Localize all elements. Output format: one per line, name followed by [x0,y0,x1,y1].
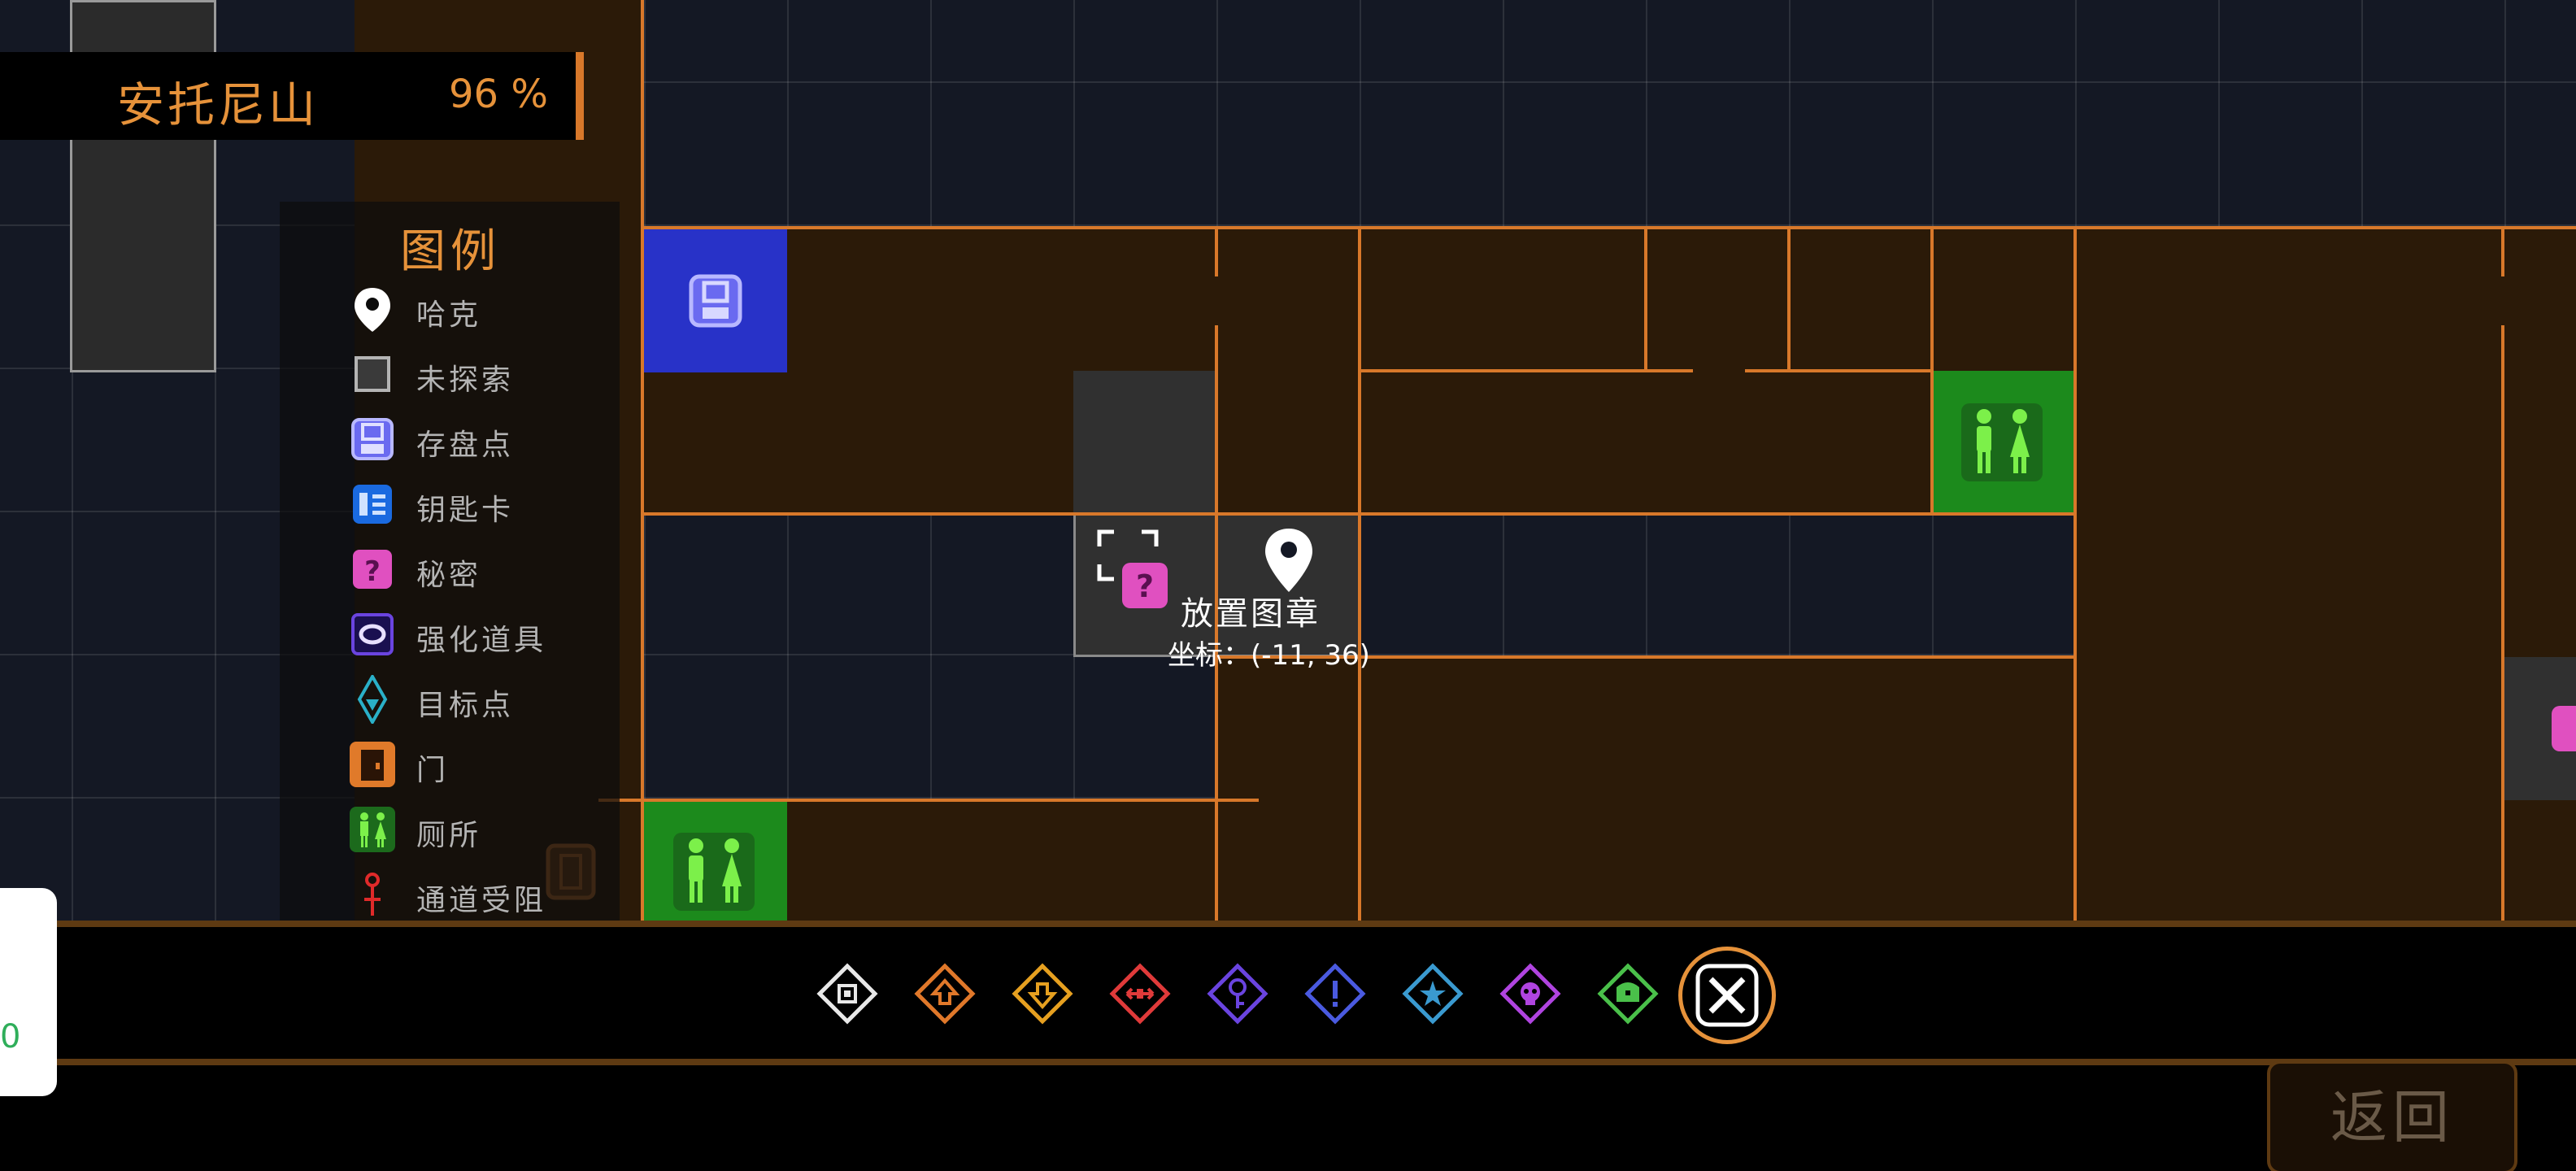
location-pin-icon [1265,529,1312,592]
svg-text:?: ? [364,555,381,588]
restroom-icon [1961,403,2043,481]
completion-percentage: 96 % [449,72,548,117]
map-wall [1644,228,1647,371]
save-point-icon [689,274,742,328]
legend-label: 厕所 [416,819,482,852]
legend-label: 存盘点 [416,429,515,462]
close-stamp-button[interactable] [1678,947,1776,1044]
unexplored-square-icon [355,356,390,392]
legend-label: 秘密 [416,559,482,592]
restroom-room [641,800,787,921]
map-wall [2501,325,2504,921]
legend-title: 图例 [400,225,501,278]
map-wall [1745,369,1930,372]
map-wall [2501,228,2504,276]
map-room [1216,657,2073,921]
side-card[interactable]: 0 [0,888,57,1096]
keycard-icon [353,485,392,524]
map-wall [1787,228,1791,371]
legend-label: 通道受阻 [416,884,547,917]
door-icon [350,742,395,787]
map-wall [641,226,2576,229]
coordinate-readout: 坐标：(-11, 36) [1168,639,1370,672]
stamp-placement-label: 放置图章 [1181,595,1321,633]
legend-item-keycard: 钥匙卡 [348,480,616,529]
legend-item-hacker: 哈克 [348,285,616,333]
map-wall [1215,228,1218,276]
secret-icon [2552,706,2576,751]
map-wall [1930,228,1934,514]
stamp-skull-icon[interactable] [1496,960,1564,1028]
area-name: 安托尼山 [117,77,320,133]
stamp-white-icon[interactable] [813,960,881,1028]
restroom-icon [673,833,755,911]
target-point-icon [357,675,388,724]
map-room [1644,228,1787,371]
stamp-star-icon[interactable] [1399,960,1467,1028]
stamp-key-icon[interactable] [1203,960,1272,1028]
legend-label: 哈克 [416,298,482,332]
stamp-up-icon[interactable] [911,960,979,1028]
map-wall [1356,512,2075,516]
back-button[interactable]: 返回 [2267,1060,2517,1171]
map-wall [641,0,644,921]
legend-item-restroom: 厕所 [348,805,616,854]
area-title-banner: 安托尼山 96 % [0,52,584,140]
legend-label: 钥匙卡 [416,494,515,527]
legend-item-door: 门 [348,740,616,789]
restroom-icon [350,807,395,852]
stamp-down-icon[interactable] [1008,960,1077,1028]
stamp-chest-icon[interactable] [1594,960,1662,1028]
map-wall [2073,228,2077,921]
map-wall [598,799,1259,802]
legend-label: 目标点 [416,689,515,722]
side-card-text: 0 [0,1018,21,1056]
unexplored-room [1073,371,1216,514]
blocked-path-icon [364,873,381,916]
location-pin-icon [355,288,390,332]
legend-label: 强化道具 [416,624,547,657]
map-wall [1358,228,1361,921]
legend-item-blocked: 通道受阻 [348,870,616,919]
close-x-icon [1695,964,1759,1027]
save-point-icon [351,418,394,460]
toolbar-divider [0,1059,2576,1065]
stamp-alert-icon[interactable] [1301,960,1369,1028]
legend-item-upgrade: 强化道具 [348,610,616,659]
map-wall [1358,369,1693,372]
map-legend: 图例 哈克 未探索 存盘点 钥匙卡 ? 秘密 强化道具 目标点 门 厕所 通道受… [280,202,620,921]
selection-cursor [1097,529,1159,581]
restroom-room [1930,371,2073,514]
stamp-swap-icon[interactable] [1106,960,1174,1028]
legend-label: 未探索 [416,363,515,397]
legend-item-secret: ? 秘密 [348,545,616,594]
toolbar-divider [0,921,2576,927]
stamp-toolbar [0,921,2576,1171]
map-area[interactable]: ? 放置图章 坐标：(-11, 36) 安托尼山 96 % 图例 哈克 未探索 … [0,0,2576,921]
map-wall [641,512,1364,516]
save-room [644,229,787,372]
legend-item-save-point: 存盘点 [348,415,616,464]
map-room [1930,228,2073,371]
legend-label: 门 [416,754,450,787]
legend-item-unexplored: 未探索 [348,350,616,398]
secret-icon: ? [353,550,392,589]
legend-item-target: 目标点 [348,675,616,724]
upgrade-item-icon [351,613,394,655]
